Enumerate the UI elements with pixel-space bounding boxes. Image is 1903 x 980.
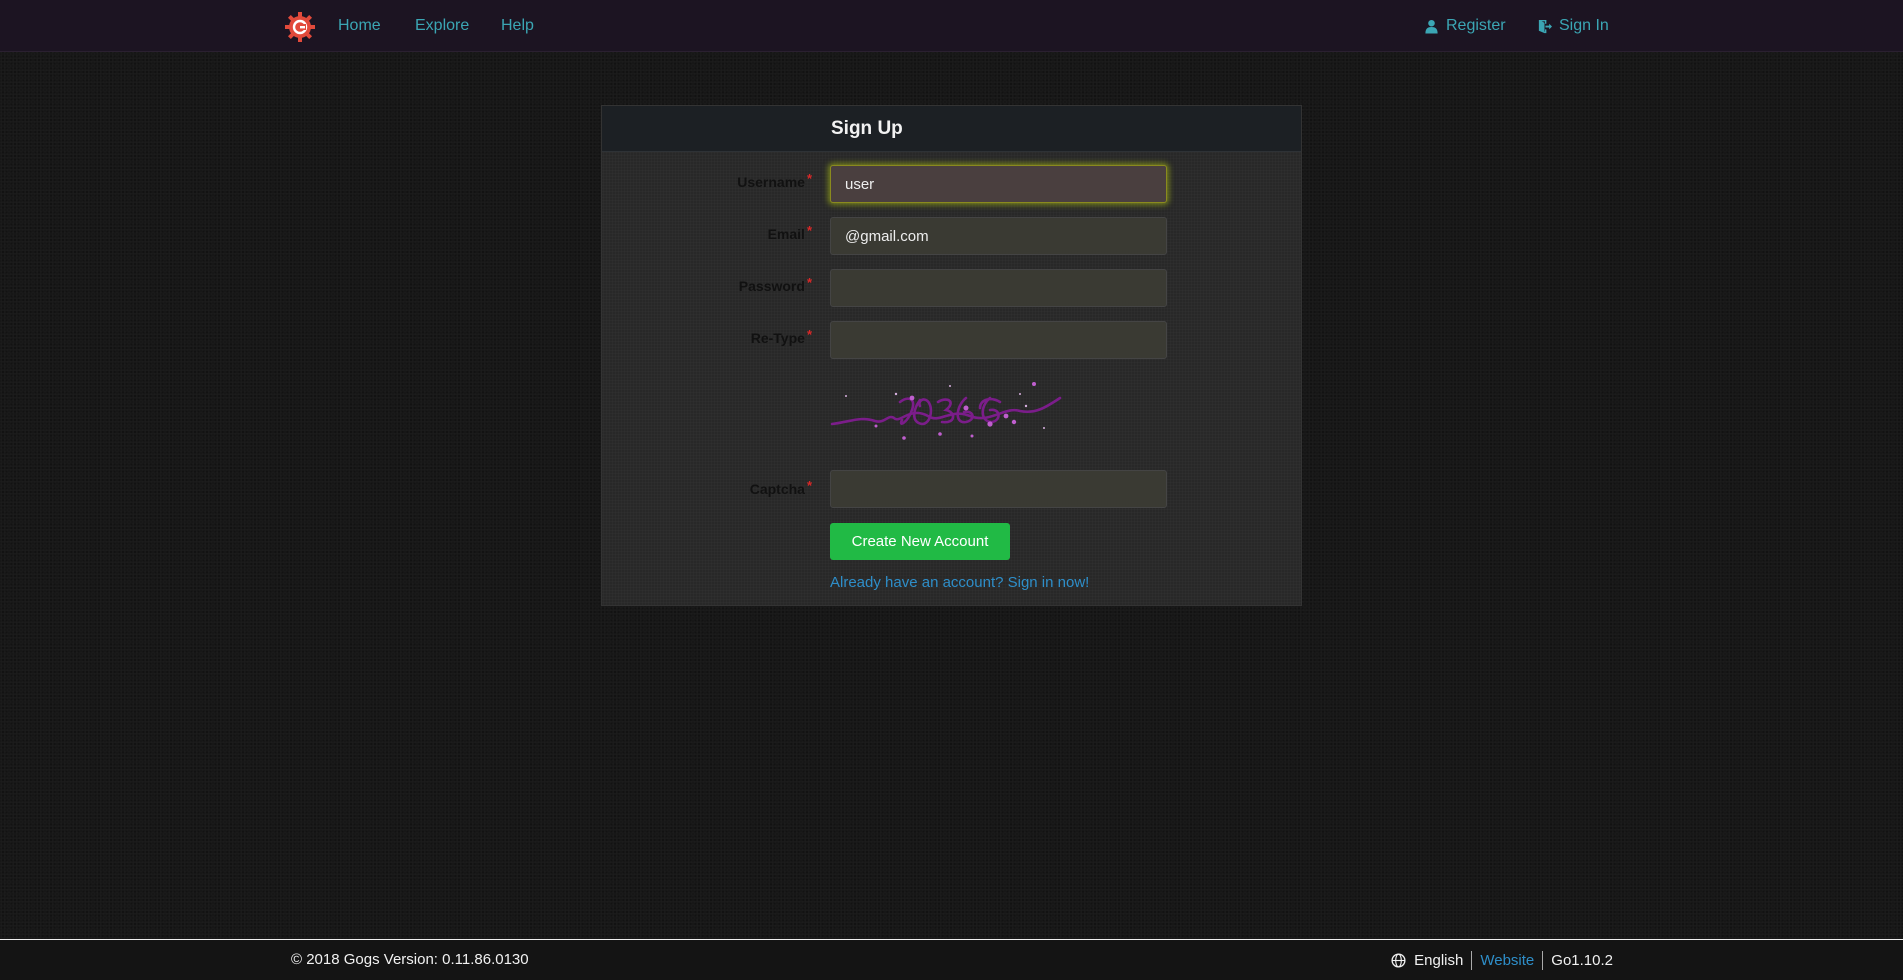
gogs-logo-icon[interactable] xyxy=(284,11,316,43)
card-header: Sign Up xyxy=(602,106,1301,152)
divider xyxy=(1471,951,1473,970)
password-input[interactable] xyxy=(830,269,1167,307)
nav-help-link[interactable]: Help xyxy=(501,17,534,35)
language-selector[interactable]: English xyxy=(1414,952,1463,969)
username-label-text: Username xyxy=(737,174,805,190)
retype-label: Re-Type * xyxy=(622,327,822,346)
divider xyxy=(1542,951,1544,970)
captcha-image[interactable] xyxy=(830,376,1070,456)
email-label-text: Email xyxy=(767,226,805,242)
retype-input[interactable] xyxy=(830,321,1167,359)
register-link[interactable]: Register xyxy=(1424,17,1506,35)
email-label: Email * xyxy=(622,223,822,242)
password-label: Password * xyxy=(622,275,822,294)
go-version: Go1.10.2 xyxy=(1551,952,1613,969)
required-mark: * xyxy=(806,223,812,238)
copyright-text: © 2018 Gogs Version: 0.11.86.0130 xyxy=(291,951,529,968)
required-mark: * xyxy=(806,275,812,290)
password-label-text: Password xyxy=(738,278,805,294)
username-label: Username * xyxy=(622,171,822,190)
captcha-input[interactable] xyxy=(830,470,1167,508)
retype-label-text: Re-Type xyxy=(750,330,805,346)
sign-in-icon xyxy=(1538,19,1552,33)
username-input[interactable] xyxy=(830,165,1167,203)
footer: © 2018 Gogs Version: 0.11.86.0130 Englis… xyxy=(0,939,1903,980)
footer-links: English Website Go1.10.2 xyxy=(1391,951,1613,970)
create-account-button[interactable]: Create New Account xyxy=(830,523,1010,560)
required-mark: * xyxy=(806,478,812,493)
page-title: Sign Up xyxy=(831,118,903,139)
signin-link[interactable]: Sign In xyxy=(1537,17,1609,35)
signin-label: Sign In xyxy=(1559,17,1609,34)
nav-explore-link[interactable]: Explore xyxy=(415,17,469,35)
required-mark: * xyxy=(806,171,812,186)
captcha-label: Captcha * xyxy=(622,478,822,497)
signin-now-link[interactable]: Already have an account? Sign in now! xyxy=(830,574,1089,591)
register-label: Register xyxy=(1446,17,1506,34)
website-link[interactable]: Website xyxy=(1480,952,1534,969)
email-input[interactable] xyxy=(830,217,1167,255)
captcha-label-text: Captcha xyxy=(749,481,805,497)
nav-home-link[interactable]: Home xyxy=(338,17,381,35)
user-icon xyxy=(1425,19,1438,34)
required-mark: * xyxy=(806,327,812,342)
globe-icon xyxy=(1391,953,1406,968)
top-navbar: Home Explore Help Register Sign In xyxy=(0,0,1903,52)
